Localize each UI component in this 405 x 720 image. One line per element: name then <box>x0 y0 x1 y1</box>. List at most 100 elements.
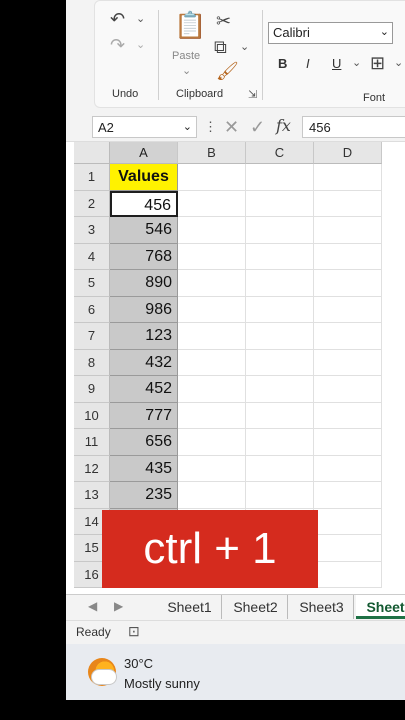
cell-a1[interactable]: Values <box>110 164 178 191</box>
paste-label[interactable]: Paste <box>172 50 200 62</box>
copy-icon[interactable]: ⧉ <box>214 38 227 56</box>
row-header-13[interactable]: 13 <box>74 482 110 509</box>
cell-a11[interactable]: 656 <box>110 429 178 456</box>
bold-button[interactable]: B <box>278 56 287 71</box>
enter-icon[interactable]: ✓ <box>250 118 265 136</box>
cell-empty[interactable] <box>314 535 382 562</box>
cell-a13[interactable]: 235 <box>110 482 178 509</box>
cell-empty[interactable] <box>246 402 314 429</box>
underline-dropdown-icon[interactable]: ⌄ <box>352 58 361 69</box>
weather-desc[interactable]: Mostly sunny <box>124 676 200 691</box>
cell-empty[interactable] <box>178 323 246 350</box>
cell-a6[interactable]: 986 <box>110 296 178 323</box>
borders-icon[interactable]: ⊞ <box>370 54 385 72</box>
cell-empty[interactable] <box>246 217 314 244</box>
cell-empty[interactable] <box>246 164 314 191</box>
cell-a8[interactable]: 432 <box>110 349 178 376</box>
cell-empty[interactable] <box>178 376 246 403</box>
row-header-1[interactable]: 1 <box>74 164 110 191</box>
name-box[interactable]: A2 ⌄ <box>92 116 197 138</box>
cut-icon[interactable]: ✂ <box>216 12 231 30</box>
row-header-8[interactable]: 8 <box>74 349 110 376</box>
cell-empty[interactable] <box>314 482 382 509</box>
cell-empty[interactable] <box>246 243 314 270</box>
borders-dropdown-icon[interactable]: ⌄ <box>394 58 403 69</box>
tab-next-icon[interactable]: ▶ <box>114 599 123 613</box>
cell-empty[interactable] <box>178 217 246 244</box>
cell-a4[interactable]: 768 <box>110 243 178 270</box>
cell-a5[interactable]: 890 <box>110 270 178 297</box>
cell-empty[interactable] <box>314 243 382 270</box>
sheet-tab-4[interactable]: Sheet <box>356 595 405 619</box>
cell-empty[interactable] <box>178 429 246 456</box>
cell-empty[interactable] <box>314 296 382 323</box>
copy-dropdown-icon[interactable]: ⌄ <box>240 42 249 53</box>
cell-empty[interactable] <box>314 323 382 350</box>
italic-button[interactable]: I <box>306 56 310 71</box>
cell-empty[interactable] <box>314 561 382 588</box>
cell-a3[interactable]: 546 <box>110 217 178 244</box>
paste-icon[interactable]: 📋 <box>174 12 206 38</box>
row-header-4[interactable]: 4 <box>74 243 110 270</box>
cell-empty[interactable] <box>246 296 314 323</box>
cell-empty[interactable] <box>314 349 382 376</box>
cell-a2[interactable]: 456 <box>110 190 178 217</box>
cell-empty[interactable] <box>178 270 246 297</box>
sheet-tab-3[interactable]: Sheet3 <box>290 595 354 619</box>
cell-empty[interactable] <box>314 508 382 535</box>
select-all-corner[interactable] <box>74 142 110 164</box>
row-header-7[interactable]: 7 <box>74 323 110 350</box>
cell-empty[interactable] <box>314 190 382 217</box>
cell-empty[interactable] <box>178 402 246 429</box>
cancel-icon[interactable]: ✕ <box>224 118 239 136</box>
column-header-a[interactable]: A <box>110 142 178 164</box>
column-header-c[interactable]: C <box>246 142 314 164</box>
cell-empty[interactable] <box>314 376 382 403</box>
paste-dropdown-icon[interactable]: ⌄ <box>182 66 191 77</box>
cell-empty[interactable] <box>178 296 246 323</box>
cell-empty[interactable] <box>178 349 246 376</box>
cell-empty[interactable] <box>246 349 314 376</box>
accessibility-icon[interactable]: ⊡ <box>128 623 140 640</box>
cell-empty[interactable] <box>178 243 246 270</box>
row-header-3[interactable]: 3 <box>74 217 110 244</box>
cell-empty[interactable] <box>246 190 314 217</box>
row-header-12[interactable]: 12 <box>74 455 110 482</box>
underline-button[interactable]: U <box>332 56 341 71</box>
weather-temp[interactable]: 30°C <box>124 656 153 671</box>
cell-empty[interactable] <box>314 270 382 297</box>
sheet-tab-2[interactable]: Sheet2 <box>224 595 288 619</box>
column-header-b[interactable]: B <box>178 142 246 164</box>
undo-dropdown-icon[interactable]: ⌄ <box>136 14 145 25</box>
cell-empty[interactable] <box>246 376 314 403</box>
cell-empty[interactable] <box>246 455 314 482</box>
undo-icon[interactable]: ↶ <box>110 10 125 28</box>
cell-empty[interactable] <box>246 270 314 297</box>
row-header-11[interactable]: 11 <box>74 429 110 456</box>
cell-empty[interactable] <box>178 455 246 482</box>
column-header-d[interactable]: D <box>314 142 382 164</box>
sheet-tab-1[interactable]: Sheet1 <box>158 595 222 619</box>
formula-input[interactable]: 456 <box>302 116 405 138</box>
cell-empty[interactable] <box>314 164 382 191</box>
cell-a12[interactable]: 435 <box>110 455 178 482</box>
cell-empty[interactable] <box>178 190 246 217</box>
font-name-select[interactable]: Calibri ⌄ <box>268 22 393 44</box>
cell-empty[interactable] <box>314 429 382 456</box>
clipboard-launcher-icon[interactable]: ⇲ <box>248 90 257 101</box>
row-header-5[interactable]: 5 <box>74 270 110 297</box>
insert-function-icon[interactable]: fx <box>276 118 291 134</box>
cell-empty[interactable] <box>314 402 382 429</box>
redo-icon[interactable]: ↷ <box>110 36 125 54</box>
row-header-2[interactable]: 2 <box>74 190 110 217</box>
row-header-9[interactable]: 9 <box>74 376 110 403</box>
format-painter-icon[interactable]: 🖌 <box>216 62 239 80</box>
cell-empty[interactable] <box>246 323 314 350</box>
cell-a7[interactable]: 123 <box>110 323 178 350</box>
redo-dropdown-icon[interactable]: ⌄ <box>136 40 145 51</box>
cell-a10[interactable]: 777 <box>110 402 178 429</box>
cell-empty[interactable] <box>178 164 246 191</box>
tab-prev-icon[interactable]: ◀ <box>88 599 97 613</box>
row-header-6[interactable]: 6 <box>74 296 110 323</box>
cell-empty[interactable] <box>246 429 314 456</box>
